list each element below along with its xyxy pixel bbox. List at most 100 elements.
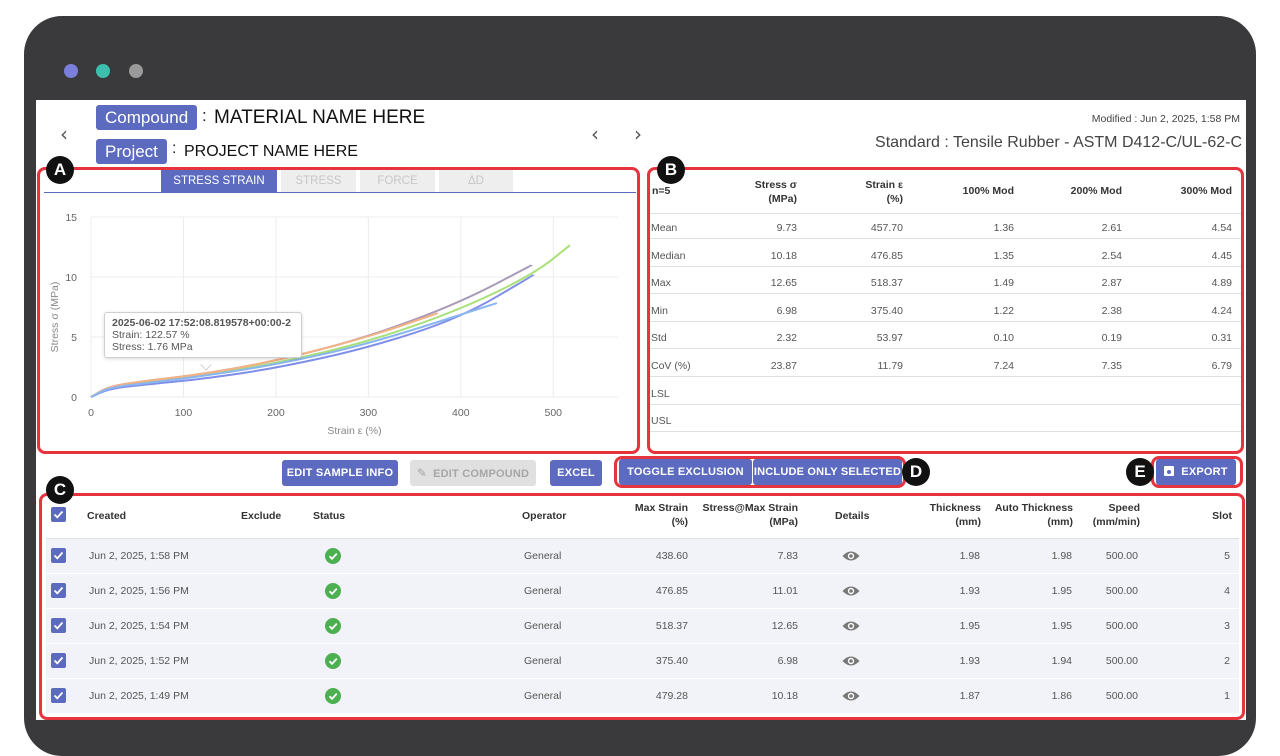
stats-row-label: Std <box>651 332 667 345</box>
stats-cell: 1.35 <box>993 249 1014 262</box>
window-dot-3 <box>129 64 143 78</box>
stats-cell: 1.22 <box>993 304 1014 317</box>
row-select-checkbox[interactable] <box>51 618 66 633</box>
check-icon <box>53 621 64 630</box>
cell-slot: 3 <box>1224 620 1230 632</box>
stats-cell: 10.18 <box>770 249 797 262</box>
view-details-eye-icon[interactable] <box>841 549 861 563</box>
standard-label: Standard : Tensile Rubber - ASTM D412-C/… <box>875 134 1242 151</box>
stats-col-name: Strain ε <box>865 179 903 191</box>
stats-row-divider <box>650 376 1241 377</box>
view-details-eye-icon[interactable] <box>841 689 861 703</box>
status-ok-icon <box>325 688 341 704</box>
pencil-icon: ✎ <box>416 466 428 480</box>
stats-row-divider <box>650 320 1241 322</box>
stats-cell: 476.85 <box>870 249 903 262</box>
cell-thickness: 1.95 <box>959 620 980 632</box>
cell-max-strain: 479.28 <box>655 690 688 702</box>
cell-operator: General <box>524 620 562 632</box>
stats-row-divider <box>650 403 1241 405</box>
row-select-checkbox[interactable] <box>51 548 66 563</box>
cell-thickness: 1.93 <box>959 655 980 667</box>
cell-speed: 500.00 <box>1105 655 1138 667</box>
modified-timestamp: Modified : Jun 2, 2025, 1:58 PM <box>1091 113 1240 125</box>
stats-cell: 0.31 <box>1211 332 1232 345</box>
stats-cell: 4.89 <box>1211 277 1232 290</box>
cell-max-strain: 476.85 <box>655 585 688 597</box>
stats-cell: 4.24 <box>1211 304 1232 317</box>
cell-stress-at-max: 11.01 <box>772 585 799 597</box>
cell-slot: 4 <box>1224 585 1230 597</box>
edit-compound-button[interactable]: ✎ EDIT COMPOUND <box>410 460 536 486</box>
window-dot-2 <box>96 64 110 78</box>
stats-row-label: CoV (%) <box>651 360 691 372</box>
stats-cell: 0.10 <box>993 332 1014 345</box>
stats-cell: 4.45 <box>1211 249 1232 262</box>
row-select-checkbox[interactable] <box>51 583 66 598</box>
cell-operator: General <box>524 585 562 597</box>
check-icon <box>53 586 64 595</box>
stats-cell: 0.19 <box>1101 332 1122 345</box>
stats-row-divider <box>650 293 1241 295</box>
cell-slot: 2 <box>1224 655 1230 667</box>
stats-cell: 7.35 <box>1101 360 1122 372</box>
row-select-checkbox[interactable] <box>51 653 66 668</box>
app-screen: ‹ Compound : MATERIAL NAME HERE Project … <box>36 100 1246 720</box>
cell-created: Jun 2, 2025, 1:52 PM <box>89 655 189 667</box>
cell-speed: 500.00 <box>1105 690 1138 702</box>
cell-speed: 500.00 <box>1105 620 1138 632</box>
stats-col-header: 100% Mod <box>904 184 1014 198</box>
stats-cell: 375.40 <box>870 304 903 317</box>
stats-cell: 2.87 <box>1101 277 1122 290</box>
check-icon <box>53 656 64 665</box>
annotation-badge-a: A <box>46 156 74 184</box>
annotation-box-a <box>37 167 640 454</box>
cell-speed: 500.00 <box>1105 585 1138 597</box>
stats-cell: 1.49 <box>993 277 1014 290</box>
status-ok-icon <box>325 583 341 599</box>
cell-speed: 500.00 <box>1105 550 1138 562</box>
annotation-badge-d: D <box>902 458 930 486</box>
cell-operator: General <box>524 655 562 667</box>
excel-button[interactable]: EXCEL <box>550 460 602 486</box>
cell-stress-at-max: 12.65 <box>771 620 798 632</box>
stats-col-header: Stress σ (MPa) <box>687 178 797 206</box>
stats-cell: 23.87 <box>770 360 797 372</box>
stats-cell: 11.79 <box>877 360 904 372</box>
stats-row-label: Mean <box>651 222 678 234</box>
stats-header-divider <box>650 213 1241 214</box>
view-details-eye-icon[interactable] <box>841 584 861 598</box>
stats-col-header: 300% Mod <box>1122 184 1232 198</box>
stats-n-label: n=5 <box>652 185 671 197</box>
cell-slot: 1 <box>1224 690 1230 702</box>
cell-max-strain: 438.60 <box>655 550 688 562</box>
cell-created: Jun 2, 2025, 1:54 PM <box>89 620 189 632</box>
cell-created: Jun 2, 2025, 1:49 PM <box>89 690 189 702</box>
stats-cell: 457.70 <box>870 222 903 234</box>
view-details-eye-icon[interactable] <box>841 619 861 633</box>
stats-cell: 1.36 <box>993 222 1014 234</box>
status-ok-icon <box>325 618 341 634</box>
cell-stress-at-max: 7.83 <box>777 550 798 562</box>
cell-max-strain: 375.40 <box>655 655 688 667</box>
stats-col-unit: (%) <box>886 193 903 205</box>
annotation-badge-b: B <box>657 156 685 184</box>
stats-cell: 6.98 <box>776 304 797 317</box>
cell-max-strain: 518.37 <box>655 620 688 632</box>
view-details-eye-icon[interactable] <box>841 654 861 668</box>
stats-col-header: Strain ε (%) <box>793 178 903 206</box>
stats-row-label: Max <box>651 277 671 290</box>
cell-thickness: 1.93 <box>959 585 980 597</box>
cell-thickness: 1.87 <box>959 690 980 702</box>
stats-cell: 2.32 <box>776 332 797 345</box>
stats-col-unit: (MPa) <box>768 193 797 205</box>
check-icon <box>53 691 64 700</box>
annotation-box-e <box>1151 456 1243 488</box>
stats-col-name: 100% Mod <box>962 185 1014 197</box>
stats-col-header: 200% Mod <box>1012 184 1122 198</box>
row-select-checkbox[interactable] <box>51 688 66 703</box>
cell-stress-at-max: 10.18 <box>771 690 798 702</box>
cell-operator: General <box>524 550 562 562</box>
edit-sample-info-button[interactable]: EDIT SAMPLE INFO <box>282 460 398 486</box>
stats-row-label: LSL <box>651 387 670 400</box>
